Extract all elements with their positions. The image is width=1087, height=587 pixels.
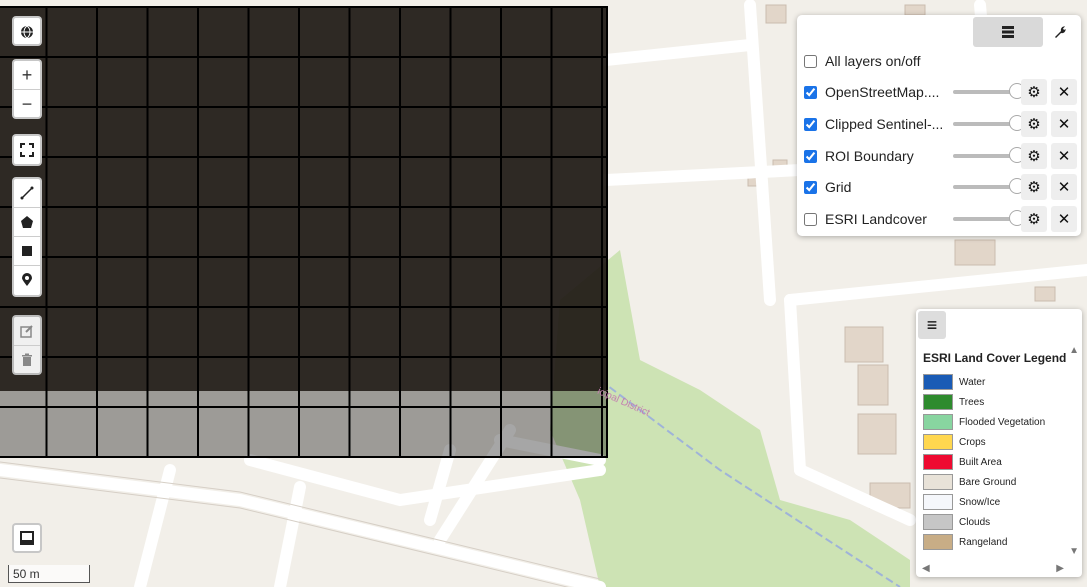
layer-row: ESRI Landcover ⚙ ✕ [803,205,1077,233]
legend-item: Flooded Vegetation [923,413,1045,431]
legend-label: Clouds [959,516,991,528]
layers-tab[interactable] [973,17,1043,47]
measure-button[interactable] [12,523,42,553]
legend-label: Snow/Ice [959,496,1001,508]
zoom-in-button[interactable]: + [14,61,40,90]
draw-toolbar [12,177,42,297]
scale-bar: 50 m [8,565,90,583]
layer-checkbox[interactable] [804,117,817,131]
legend-title: ESRI Land Cover Legend [923,351,1067,365]
edit-toolbar [12,315,42,375]
gear-icon[interactable]: ⚙ [1021,79,1047,105]
trash-icon[interactable] [14,346,40,374]
polygon-icon[interactable] [14,208,40,237]
layer-row: Grid ⚙ ✕ [803,173,1077,201]
legend-label: Trees [959,396,985,408]
gear-icon[interactable]: ⚙ [1021,174,1047,200]
legend-label: Bare Ground [959,476,1017,488]
ruler-icon [20,531,34,545]
legend-item: Built Area [923,453,1002,471]
close-icon[interactable]: ✕ [1051,143,1077,169]
layer-label: OpenStreetMap.... [825,84,940,100]
all-layers-toggle[interactable]: All layers on/off [803,47,1075,75]
edit-icon[interactable] [14,317,40,346]
grid-layer [0,6,608,458]
opacity-slider[interactable] [953,210,1025,226]
legend-swatch [923,474,953,490]
sentinel-overlay [0,6,608,458]
layer-label: ESRI Landcover [825,211,927,227]
legend-label: Crops [959,436,986,448]
layer-row: OpenStreetMap.... ⚙ ✕ [803,78,1077,106]
opacity-slider[interactable] [953,178,1025,194]
legend-item: Bare Ground [923,473,1016,491]
landcover-legend: ≡ ESRI Land Cover Legend ▲ ▼ ◀ ▶ Water Tr… [916,309,1082,577]
fullscreen-control [12,134,42,166]
legend-swatch [923,374,953,390]
wrench-icon [1055,26,1066,38]
opacity-slider[interactable] [953,115,1025,131]
settings-tab[interactable] [1045,17,1075,47]
gear-icon[interactable]: ⚙ [1021,111,1047,137]
legend-item: Crops [923,433,986,451]
layer-checkbox[interactable] [804,212,817,226]
fullscreen-icon[interactable] [14,136,40,164]
all-layers-label: All layers on/off [825,53,921,69]
legend-item: Rangeland [923,533,1007,551]
legend-item: Clouds [923,513,990,531]
polyline-icon[interactable] [14,179,40,208]
opacity-slider[interactable] [953,83,1025,99]
legend-swatch [923,514,953,530]
zoom-out-button[interactable]: − [14,90,40,118]
rectangle-icon[interactable] [14,237,40,266]
legend-swatch [923,394,953,410]
legend-item: Snow/Ice [923,493,1000,511]
scroll-down-icon[interactable]: ▼ [1069,546,1079,557]
layer-label: Clipped Sentinel-... [825,116,944,132]
legend-swatch [923,494,953,510]
legend-swatch [923,414,953,430]
legend-label: Water [959,376,986,388]
zoom-control: + − [12,59,42,119]
close-icon[interactable]: ✕ [1051,206,1077,232]
globe-icon[interactable] [14,18,40,46]
legend-item: Trees [923,393,984,411]
legend-swatch [923,534,953,550]
legend-label: Flooded Vegetation [959,416,1046,428]
layer-checkbox[interactable] [804,85,817,99]
all-layers-checkbox[interactable] [804,54,817,68]
layers-icon [1002,26,1014,38]
legend-item: Water [923,373,985,391]
close-icon[interactable]: ✕ [1051,111,1077,137]
layer-label: Grid [825,179,852,195]
gear-icon[interactable]: ⚙ [1021,143,1047,169]
gear-icon[interactable]: ⚙ [1021,206,1047,232]
layer-checkbox[interactable] [804,149,817,163]
globe-control[interactable] [12,16,42,46]
legend-label: Built Area [959,456,1002,468]
layer-row: ROI Boundary ⚙ ✕ [803,142,1077,170]
menu-icon[interactable]: ≡ [918,311,946,339]
legend-swatch [923,454,953,470]
scroll-right-icon[interactable]: ▶ [1056,563,1064,574]
close-icon[interactable]: ✕ [1051,174,1077,200]
opacity-slider[interactable] [953,147,1025,163]
scroll-up-icon[interactable]: ▲ [1069,345,1079,356]
layer-control-panel: All layers on/off OpenStreetMap.... ⚙ ✕ … [797,15,1081,236]
scroll-left-icon[interactable]: ◀ [922,563,930,574]
close-icon[interactable]: ✕ [1051,79,1077,105]
layer-row: Clipped Sentinel-... ⚙ ✕ [803,110,1077,138]
legend-label: Rangeland [959,536,1008,548]
layer-checkbox[interactable] [804,180,817,194]
layer-label: ROI Boundary [825,148,914,164]
marker-icon[interactable] [14,266,40,294]
legend-swatch [923,434,953,450]
